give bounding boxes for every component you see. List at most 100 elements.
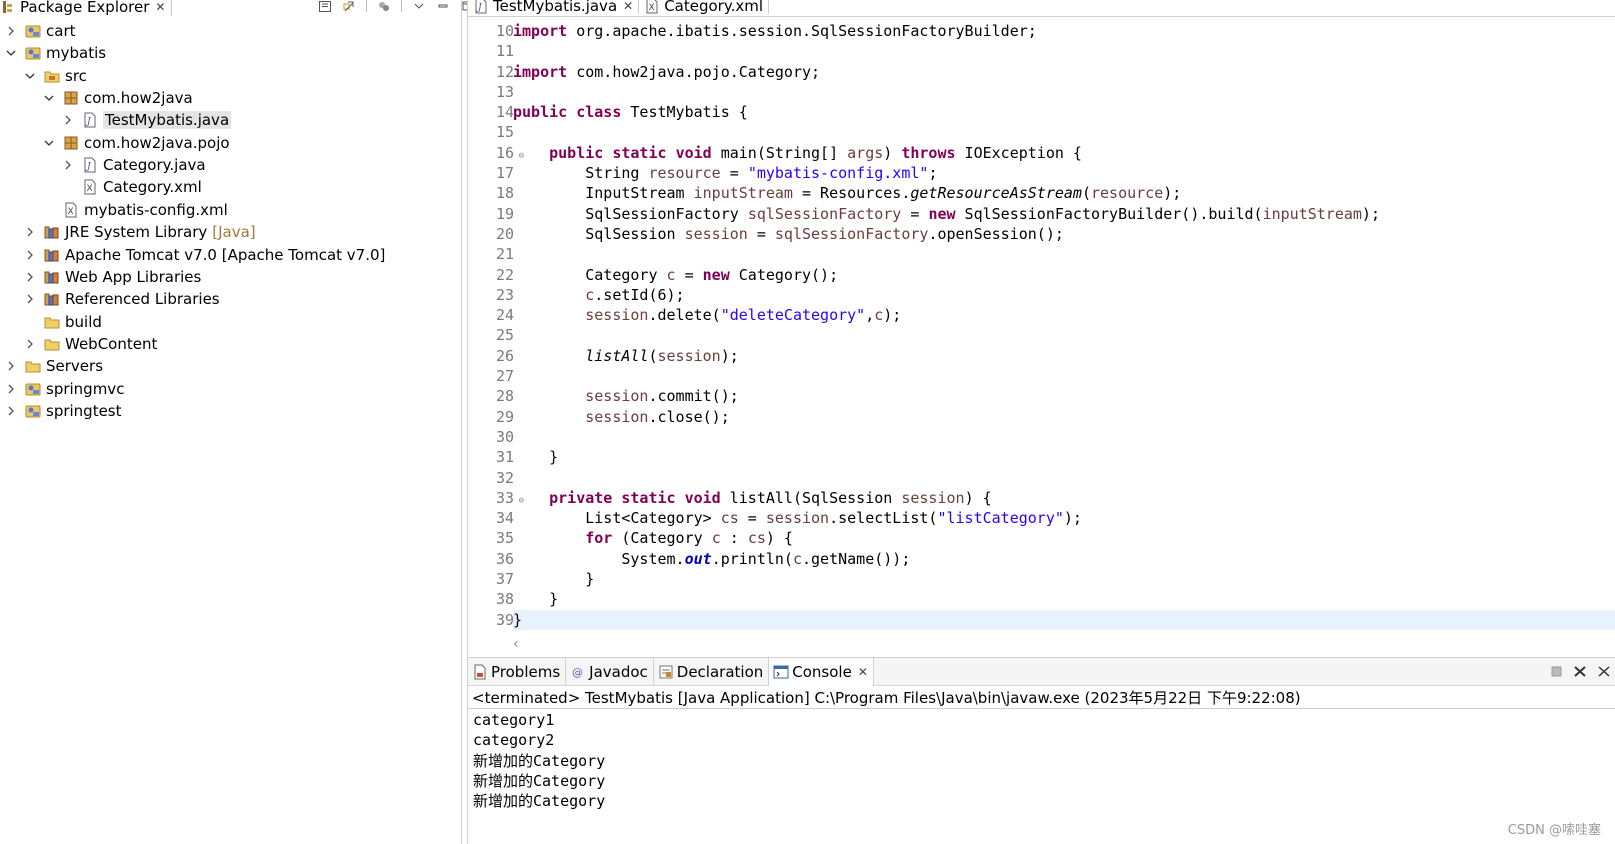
code-token: new bbox=[702, 265, 730, 284]
tree-item-label: cart bbox=[46, 22, 76, 40]
code-line[interactable]: session.commit(); bbox=[513, 386, 1615, 406]
code-line[interactable]: } bbox=[513, 569, 1615, 589]
code-token: "mybatis-config.xml" bbox=[747, 164, 929, 183]
terminate-icon[interactable] bbox=[1549, 664, 1563, 677]
code-token: public bbox=[513, 103, 568, 122]
link-with-editor-icon[interactable] bbox=[342, 0, 356, 12]
chevron-right-icon[interactable] bbox=[24, 271, 36, 283]
chevron-right-icon[interactable] bbox=[62, 114, 74, 126]
close-icon[interactable]: ✕ bbox=[858, 665, 868, 679]
view-menu-icon[interactable] bbox=[412, 0, 426, 12]
code-line[interactable]: } bbox=[513, 609, 1615, 630]
code-line[interactable]: System.out.println(c.getName()); bbox=[513, 549, 1615, 569]
code-line[interactable]: SqlSessionFactory sqlSessionFactory = ne… bbox=[513, 204, 1615, 224]
chevron-right-icon[interactable] bbox=[62, 159, 74, 171]
console-output[interactable]: category1 category2 新增加的Category 新增加的Catego… bbox=[473, 710, 605, 811]
tree-item-build[interactable]: build bbox=[24, 311, 102, 333]
code-line[interactable]: for (Category c : cs) { bbox=[513, 528, 1615, 548]
chevron-down-icon[interactable] bbox=[24, 70, 36, 82]
scroll-left-icon[interactable]: ‹ bbox=[513, 636, 519, 652]
close-icon[interactable]: ✕ bbox=[155, 0, 165, 14]
code-line[interactable]: InputStream inputStream = Resources.getR… bbox=[513, 183, 1615, 203]
code-line[interactable] bbox=[513, 468, 1615, 488]
code-line[interactable]: session.delete("deleteCategory",c); bbox=[513, 305, 1615, 325]
code-line[interactable] bbox=[513, 427, 1615, 447]
tree-item-apache-tomcat-v7-0-apache-tomcat-v7-0[interactable]: Apache Tomcat v7.0 [Apache Tomcat v7.0] bbox=[24, 244, 385, 266]
tree-item-springmvc[interactable]: springmvc bbox=[5, 378, 124, 400]
remove-launch-icon[interactable] bbox=[1573, 664, 1587, 677]
tree-item-mybatis[interactable]: mybatis bbox=[5, 42, 106, 64]
line-number-gutter: 10 11 12 13 14 15 16 ⊖ 17 18 19 20 21 22 23 24 25 26 27 28 2… bbox=[478, 21, 524, 630]
code-token: .openSession(); bbox=[928, 224, 1064, 243]
tree-item-cart[interactable]: cart bbox=[5, 20, 76, 42]
tree-item-category-java[interactable]: J Category.java bbox=[62, 154, 206, 176]
chevron-right-icon[interactable] bbox=[5, 25, 17, 37]
tab-label: Javadoc bbox=[589, 662, 648, 681]
chevron-down-icon[interactable] bbox=[43, 92, 55, 104]
code-token: : bbox=[720, 529, 748, 548]
tree-item-referenced-libraries[interactable]: Referenced Libraries bbox=[24, 288, 220, 310]
code-line[interactable] bbox=[513, 325, 1615, 345]
collapse-all-icon[interactable] bbox=[318, 0, 332, 12]
code-line[interactable] bbox=[513, 82, 1615, 102]
code-token: session bbox=[585, 306, 649, 325]
tree-item-com-how2java-pojo[interactable]: com.how2java.pojo bbox=[43, 132, 230, 154]
tree-item-springtest[interactable]: springtest bbox=[5, 400, 122, 422]
code-line[interactable]: public class TestMybatis { bbox=[513, 102, 1615, 122]
code-line[interactable]: public static void main(String[] args) t… bbox=[513, 143, 1615, 163]
tree-item-category-xml[interactable]: X Category.xml bbox=[62, 176, 202, 198]
code-area[interactable]: import org.apache.ibatis.session.SqlSess… bbox=[513, 21, 1615, 630]
chevron-right-icon[interactable] bbox=[5, 383, 17, 395]
chevron-right-icon[interactable] bbox=[24, 249, 36, 261]
tree-item-com-how2java[interactable]: com.how2java bbox=[43, 87, 193, 109]
chevron-right-icon[interactable] bbox=[5, 360, 17, 372]
chevron-down-icon[interactable] bbox=[5, 47, 17, 59]
chevron-down-icon[interactable] bbox=[43, 137, 55, 149]
code-line[interactable]: session.close(); bbox=[513, 407, 1615, 427]
code-line[interactable]: c.setId(6); bbox=[513, 285, 1615, 305]
chevron-right-icon[interactable] bbox=[5, 405, 17, 417]
tree-item-jre-system-library[interactable]: JRE System Library [Java] bbox=[24, 221, 256, 243]
chevron-right-icon[interactable] bbox=[24, 338, 36, 350]
code-line[interactable]: listAll(session); bbox=[513, 346, 1615, 366]
code-line[interactable]: private static void listAll(SqlSession s… bbox=[513, 488, 1615, 508]
close-icon[interactable]: ✕ bbox=[623, 0, 633, 13]
code-line[interactable]: Category c = new Category(); bbox=[513, 265, 1615, 285]
tab-declaration[interactable]: Declaration bbox=[654, 657, 770, 686]
code-line[interactable]: import org.apache.ibatis.session.SqlSess… bbox=[513, 21, 1615, 41]
code-line[interactable]: String resource = "mybatis-config.xml"; bbox=[513, 163, 1615, 183]
line-number: 28 bbox=[495, 387, 514, 406]
tree-item-testmybatis-java[interactable]: J TestMybatis.java bbox=[62, 109, 232, 131]
code-line[interactable]: List<Category> cs = session.selectList("… bbox=[513, 508, 1615, 528]
editor-tab-category-xml[interactable]: X Category.xml bbox=[639, 0, 770, 15]
code-token: for bbox=[585, 529, 613, 548]
code-line[interactable] bbox=[513, 366, 1615, 386]
tree-item-webcontent[interactable]: WebContent bbox=[24, 333, 157, 355]
library-icon bbox=[44, 291, 60, 307]
code-token: cs bbox=[720, 509, 739, 528]
code-line[interactable] bbox=[513, 244, 1615, 264]
code-line[interactable] bbox=[513, 41, 1615, 61]
code-line[interactable]: import com.how2java.pojo.Category; bbox=[513, 62, 1615, 82]
chevron-right-icon[interactable] bbox=[24, 293, 36, 305]
code-token: = bbox=[720, 164, 748, 183]
tree-item-web-app-libraries[interactable]: Web App Libraries bbox=[24, 266, 201, 288]
code-line[interactable]: SqlSession session = sqlSessionFactory.o… bbox=[513, 224, 1615, 244]
tree-item-servers[interactable]: Servers bbox=[5, 355, 103, 377]
tree-item-src[interactable]: src bbox=[24, 65, 87, 87]
code-line[interactable] bbox=[513, 122, 1615, 142]
tab-console[interactable]: Console ✕ bbox=[769, 657, 874, 686]
tab-problems[interactable]: Problems bbox=[468, 657, 567, 686]
filter-icon[interactable] bbox=[377, 0, 391, 12]
tab-javadoc[interactable]: @ Javadoc bbox=[566, 657, 654, 686]
package-explorer-tab[interactable]: Package Explorer ✕ bbox=[0, 0, 173, 16]
tree-item-mybatis-config-xml[interactable]: Xmybatis-config.xml bbox=[43, 199, 228, 221]
code-line[interactable]: } bbox=[513, 447, 1615, 467]
chevron-right-icon[interactable] bbox=[24, 226, 36, 238]
code-line[interactable]: } bbox=[513, 589, 1615, 609]
code-token: com.how2java.pojo.Category; bbox=[567, 62, 821, 81]
editor-tab-testmybatis-java[interactable]: J TestMybatis.java ✕ bbox=[468, 0, 640, 15]
remove-all-terminated-icon[interactable] bbox=[1597, 664, 1611, 677]
minimize-icon[interactable] bbox=[436, 0, 450, 12]
